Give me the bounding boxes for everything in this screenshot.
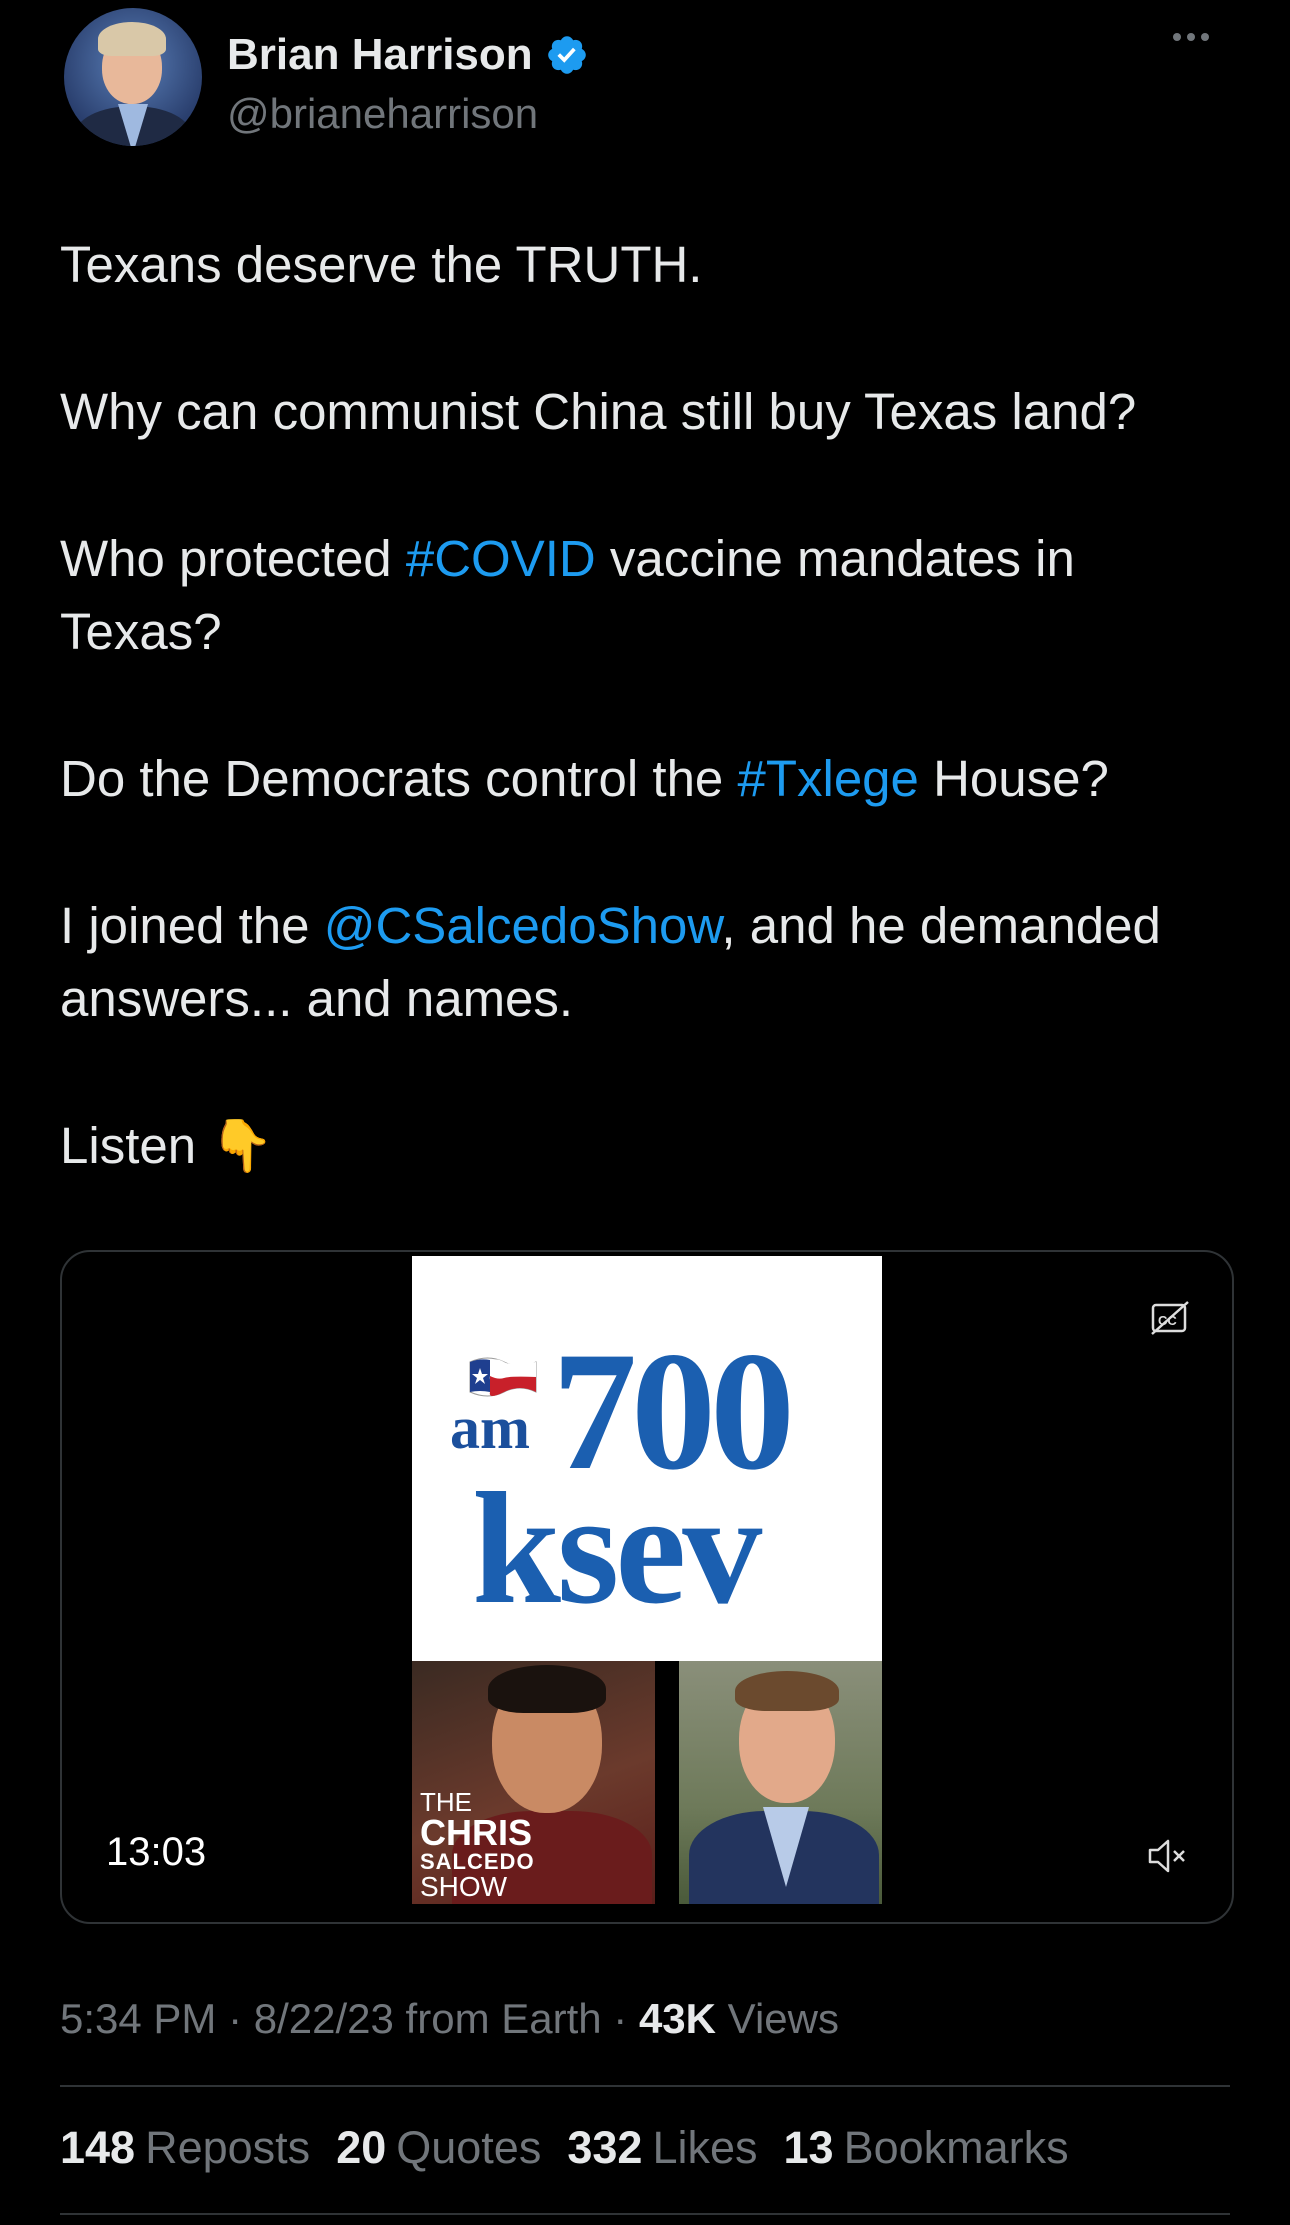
show-chris-text: CHRIS bbox=[420, 1812, 533, 1853]
photo-gap bbox=[655, 1661, 679, 1904]
host-hair bbox=[488, 1665, 606, 1713]
video-player[interactable]: am 700 ksev THE CHRIS SALCEDO SHOW CC bbox=[60, 1250, 1234, 1924]
tweet-text: Texans deserve the TRUTH. Why can commun… bbox=[60, 228, 1240, 1256]
hashtag-txlege-link[interactable]: #Txlege bbox=[737, 750, 918, 807]
text-segment: I joined the bbox=[60, 897, 324, 954]
handle[interactable]: @brianeharrison bbox=[227, 90, 538, 138]
tweet-time[interactable]: 5:34 PM bbox=[60, 1995, 216, 2042]
divider bbox=[60, 2213, 1230, 2215]
tweet-header: Brian Harrison @brianeharrison bbox=[60, 8, 1230, 158]
reposts-count: 148 bbox=[60, 2122, 136, 2173]
meta-separator: · bbox=[601, 1995, 639, 2042]
bookmarks-stat[interactable]: 13 Bookmarks bbox=[784, 2122, 1069, 2174]
guest-hair bbox=[735, 1671, 839, 1711]
avatar-hair bbox=[98, 22, 166, 56]
divider bbox=[60, 2085, 1230, 2087]
more-options-icon[interactable] bbox=[1170, 28, 1230, 68]
views-label: Views bbox=[716, 1995, 839, 2042]
text-segment: Who protected bbox=[60, 530, 406, 587]
tweet-line: I joined the @CSalcedoShow, and he deman… bbox=[60, 889, 1240, 1035]
text-segment: Do the Democrats control the bbox=[60, 750, 738, 807]
show-show-text: SHOW bbox=[420, 1871, 508, 1902]
avatar[interactable] bbox=[64, 8, 202, 146]
reposts-label: Reposts bbox=[145, 2122, 311, 2173]
texas-flag-icon bbox=[469, 1357, 537, 1397]
engagement-stats: 148 Reposts 20 Quotes 332 Likes 13 Bookmarks bbox=[60, 2122, 1069, 2174]
tweet-line: Who protected #COVID vaccine mandates in… bbox=[60, 522, 1240, 668]
views-count: 43K bbox=[638, 1995, 717, 2042]
guest-photo bbox=[679, 1661, 882, 1904]
logo-am-text: am bbox=[450, 1395, 530, 1461]
name-row: Brian Harrison bbox=[227, 30, 589, 80]
tweet-meta: 5:34 PM · 8/22/23 from Earth · 43K Views bbox=[60, 1995, 839, 2043]
verified-badge-icon bbox=[547, 36, 586, 74]
likes-label: Likes bbox=[652, 2122, 758, 2173]
show-name-label: THE CHRIS SALCEDO SHOW bbox=[420, 1789, 535, 1901]
station-logo: am 700 ksev bbox=[412, 1256, 882, 1661]
show-salcedo-text: SALCEDO bbox=[420, 1849, 535, 1874]
tweet-line: Do the Democrats control the #Txlege Hou… bbox=[60, 742, 1240, 815]
reposts-stat[interactable]: 148 Reposts bbox=[60, 2122, 310, 2174]
tweet-line: Why can communist China still buy Texas … bbox=[60, 383, 1137, 440]
likes-count: 332 bbox=[567, 2122, 643, 2173]
quotes-label: Quotes bbox=[396, 2122, 542, 2173]
quotes-count: 20 bbox=[336, 2122, 387, 2173]
captions-off-icon[interactable]: CC bbox=[1150, 1300, 1190, 1336]
tweet-line: Listen 👇 bbox=[60, 1117, 274, 1174]
video-thumbnail[interactable]: am 700 ksev THE CHRIS SALCEDO SHOW bbox=[412, 1256, 882, 1904]
logo-ksev-text: ksev bbox=[472, 1459, 762, 1637]
likes-stat[interactable]: 332 Likes bbox=[567, 2122, 757, 2174]
bookmarks-label: Bookmarks bbox=[843, 2122, 1069, 2173]
text-segment: House? bbox=[918, 750, 1109, 807]
host-photo: THE CHRIS SALCEDO SHOW bbox=[412, 1661, 655, 1904]
video-duration: 13:03 bbox=[106, 1830, 207, 1874]
tweet-date[interactable]: 8/22/23 bbox=[254, 1995, 394, 2042]
tweet-source: from Earth bbox=[393, 1995, 602, 2042]
hashtag-covid-link[interactable]: #COVID bbox=[406, 530, 596, 587]
quotes-stat[interactable]: 20 Quotes bbox=[336, 2122, 541, 2174]
mention-csalcedoshow-link[interactable]: @CSalcedoShow bbox=[324, 897, 722, 954]
tweet-line: Texans deserve the TRUTH. bbox=[60, 236, 703, 293]
bookmarks-count: 13 bbox=[783, 2122, 834, 2173]
meta-separator: · bbox=[216, 1995, 254, 2042]
volume-muted-icon[interactable] bbox=[1146, 1836, 1190, 1876]
display-name[interactable]: Brian Harrison bbox=[227, 30, 533, 80]
